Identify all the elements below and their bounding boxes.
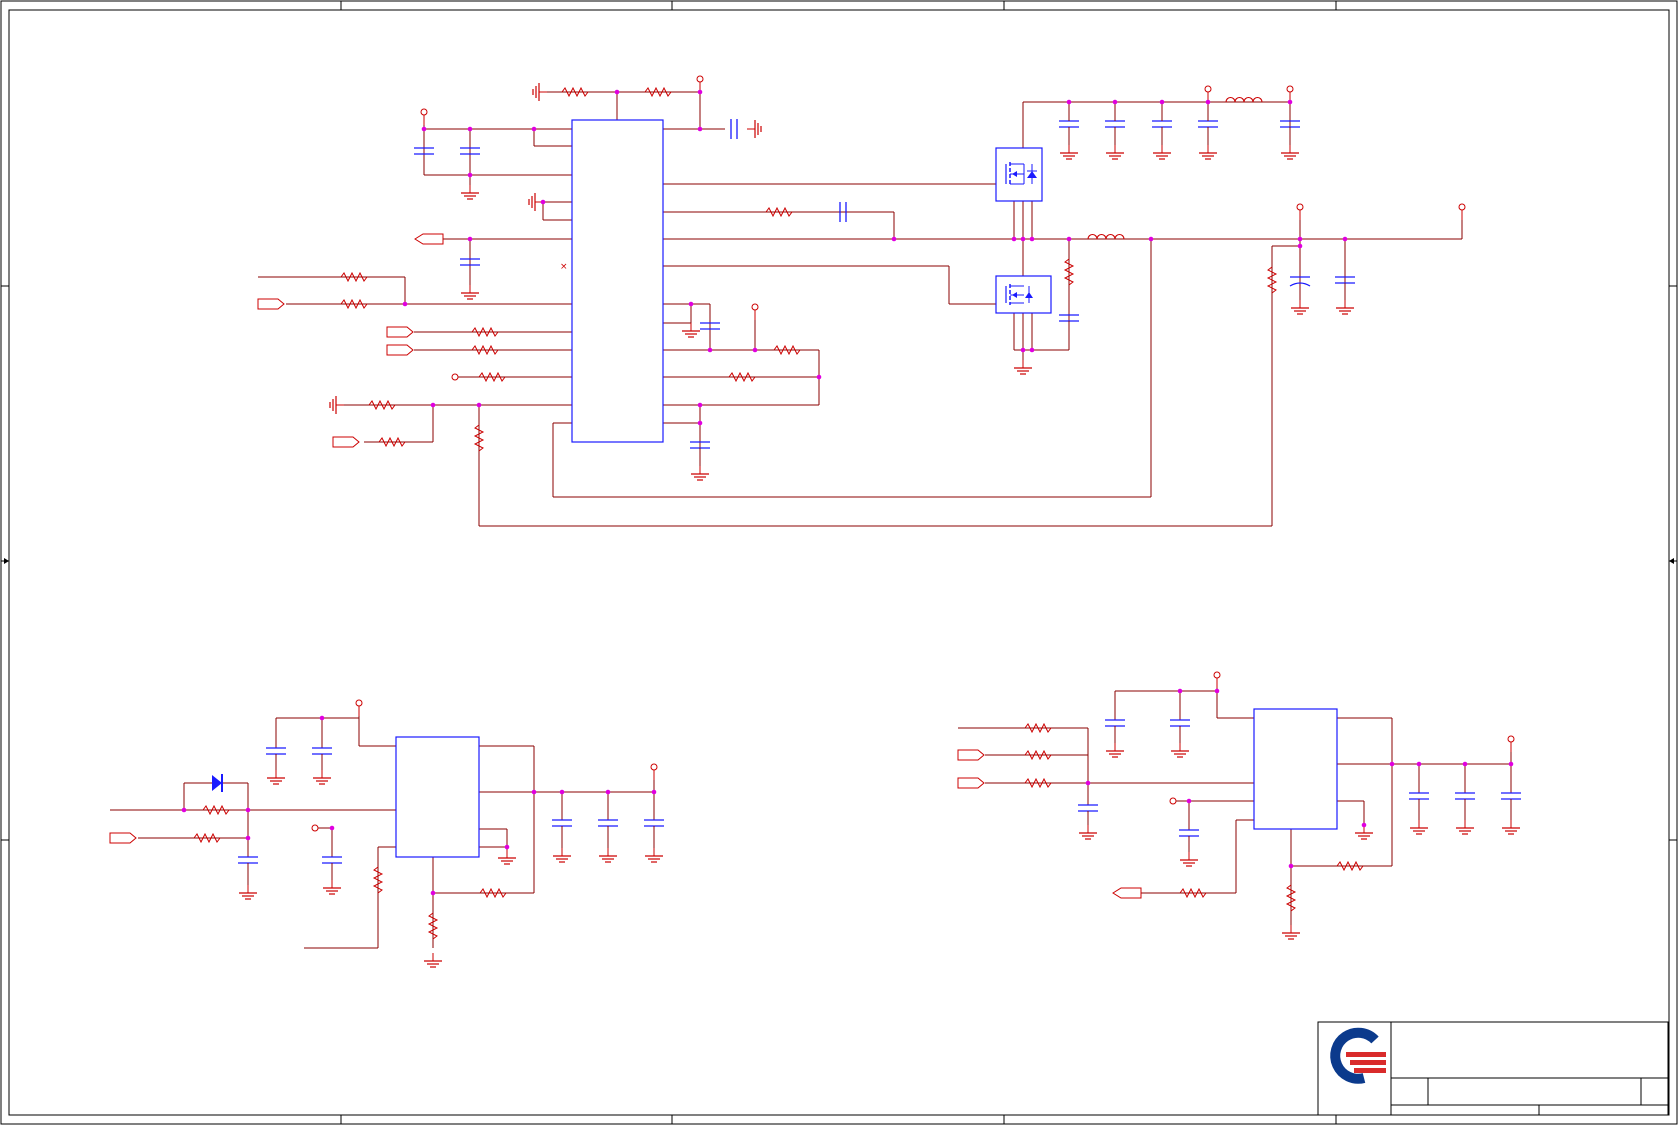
- junction-dot: [504, 844, 510, 850]
- junction-dot: [1297, 236, 1303, 242]
- junction-dot: [1389, 761, 1395, 767]
- bottom-left-wires: [110, 710, 655, 949]
- top-capacitors: [413, 118, 1356, 449]
- junction-dot: [421, 126, 427, 132]
- junction-dot: [1011, 236, 1017, 242]
- junction-dot: [707, 347, 713, 353]
- junction-dot: [605, 789, 611, 795]
- junction-dot: [1205, 99, 1211, 105]
- test-point: [451, 373, 459, 381]
- junction-dot: [697, 126, 703, 132]
- bottom-left-diode: [184, 774, 223, 792]
- junction-dot: [1342, 236, 1348, 242]
- junction-dot: [697, 420, 703, 426]
- junction-dot: [1085, 780, 1091, 786]
- bottom-right-offpage-connectors: [957, 749, 1142, 899]
- high-side-mosfet: [995, 147, 1043, 202]
- u2-regulator-ic: [395, 736, 480, 858]
- junction-dot: [531, 126, 537, 132]
- junction-dot: [531, 789, 537, 795]
- junction-dot: [329, 825, 335, 831]
- junction-dot: [752, 347, 758, 353]
- junction-dot: [540, 199, 546, 205]
- top-resistors: [340, 87, 1277, 452]
- junction-dot: [1020, 236, 1026, 242]
- junction-dot: [1020, 347, 1026, 353]
- junction-dot: [1159, 99, 1165, 105]
- junction-dot: [1112, 99, 1118, 105]
- junction-dot: [1416, 761, 1422, 767]
- junction-dot: [245, 835, 251, 841]
- junction-dot: [697, 89, 703, 95]
- junction-dot: [1029, 236, 1035, 242]
- junction-dot: [891, 236, 897, 242]
- sheet-border: [0, 0, 1678, 1125]
- junction-dot: [402, 301, 408, 307]
- junction-dot: [181, 807, 187, 813]
- junction-dot: [1288, 863, 1294, 869]
- u3-regulator-ic: [1253, 708, 1338, 830]
- junction-dot: [430, 890, 436, 896]
- junction-dot: [467, 126, 473, 132]
- junction-dot: [1177, 688, 1183, 694]
- junction-dot: [245, 807, 251, 813]
- nc-mark: ×: [560, 262, 568, 272]
- junction-dot: [614, 89, 620, 95]
- junction-dot: [688, 301, 694, 307]
- offpage-connector-icon: [109, 832, 137, 844]
- junction-dot: [816, 374, 822, 380]
- border-arrow-left: [1, 558, 9, 564]
- junction-dot: [1361, 822, 1367, 828]
- junction-dot: [1287, 99, 1293, 105]
- top-circuit-wires: [258, 82, 1463, 527]
- junction-dot: [1066, 99, 1072, 105]
- company-logo: [1330, 1027, 1386, 1084]
- junction-dot: [430, 402, 436, 408]
- test-point: [311, 824, 319, 832]
- junction-dot: [1297, 243, 1303, 249]
- test-point: [1169, 797, 1177, 805]
- junction-dot: [319, 715, 325, 721]
- junction-dot: [1186, 798, 1192, 804]
- low-side-mosfet: [995, 275, 1052, 314]
- junction-dot: [651, 789, 657, 795]
- junction-dot: [467, 172, 473, 178]
- junction-dot: [1029, 347, 1035, 353]
- top-offpage-connectors: [257, 233, 444, 448]
- junction-dot: [1508, 761, 1514, 767]
- junction-dot: [1462, 761, 1468, 767]
- schematic-sheet: ×: [0, 0, 1678, 1125]
- junction-dot: [1214, 688, 1220, 694]
- junction-dot: [697, 402, 703, 408]
- border-arrow-right: [1669, 558, 1677, 564]
- top-inductors: [1087, 96, 1263, 240]
- junction-dot: [467, 236, 473, 242]
- junction-dot: [1148, 236, 1154, 242]
- junction-dot: [1066, 236, 1072, 242]
- u1-controller-ic: [571, 119, 664, 443]
- top-ground-icons: [329, 82, 1355, 481]
- junction-dot: [476, 402, 482, 408]
- junction-dot: [559, 789, 565, 795]
